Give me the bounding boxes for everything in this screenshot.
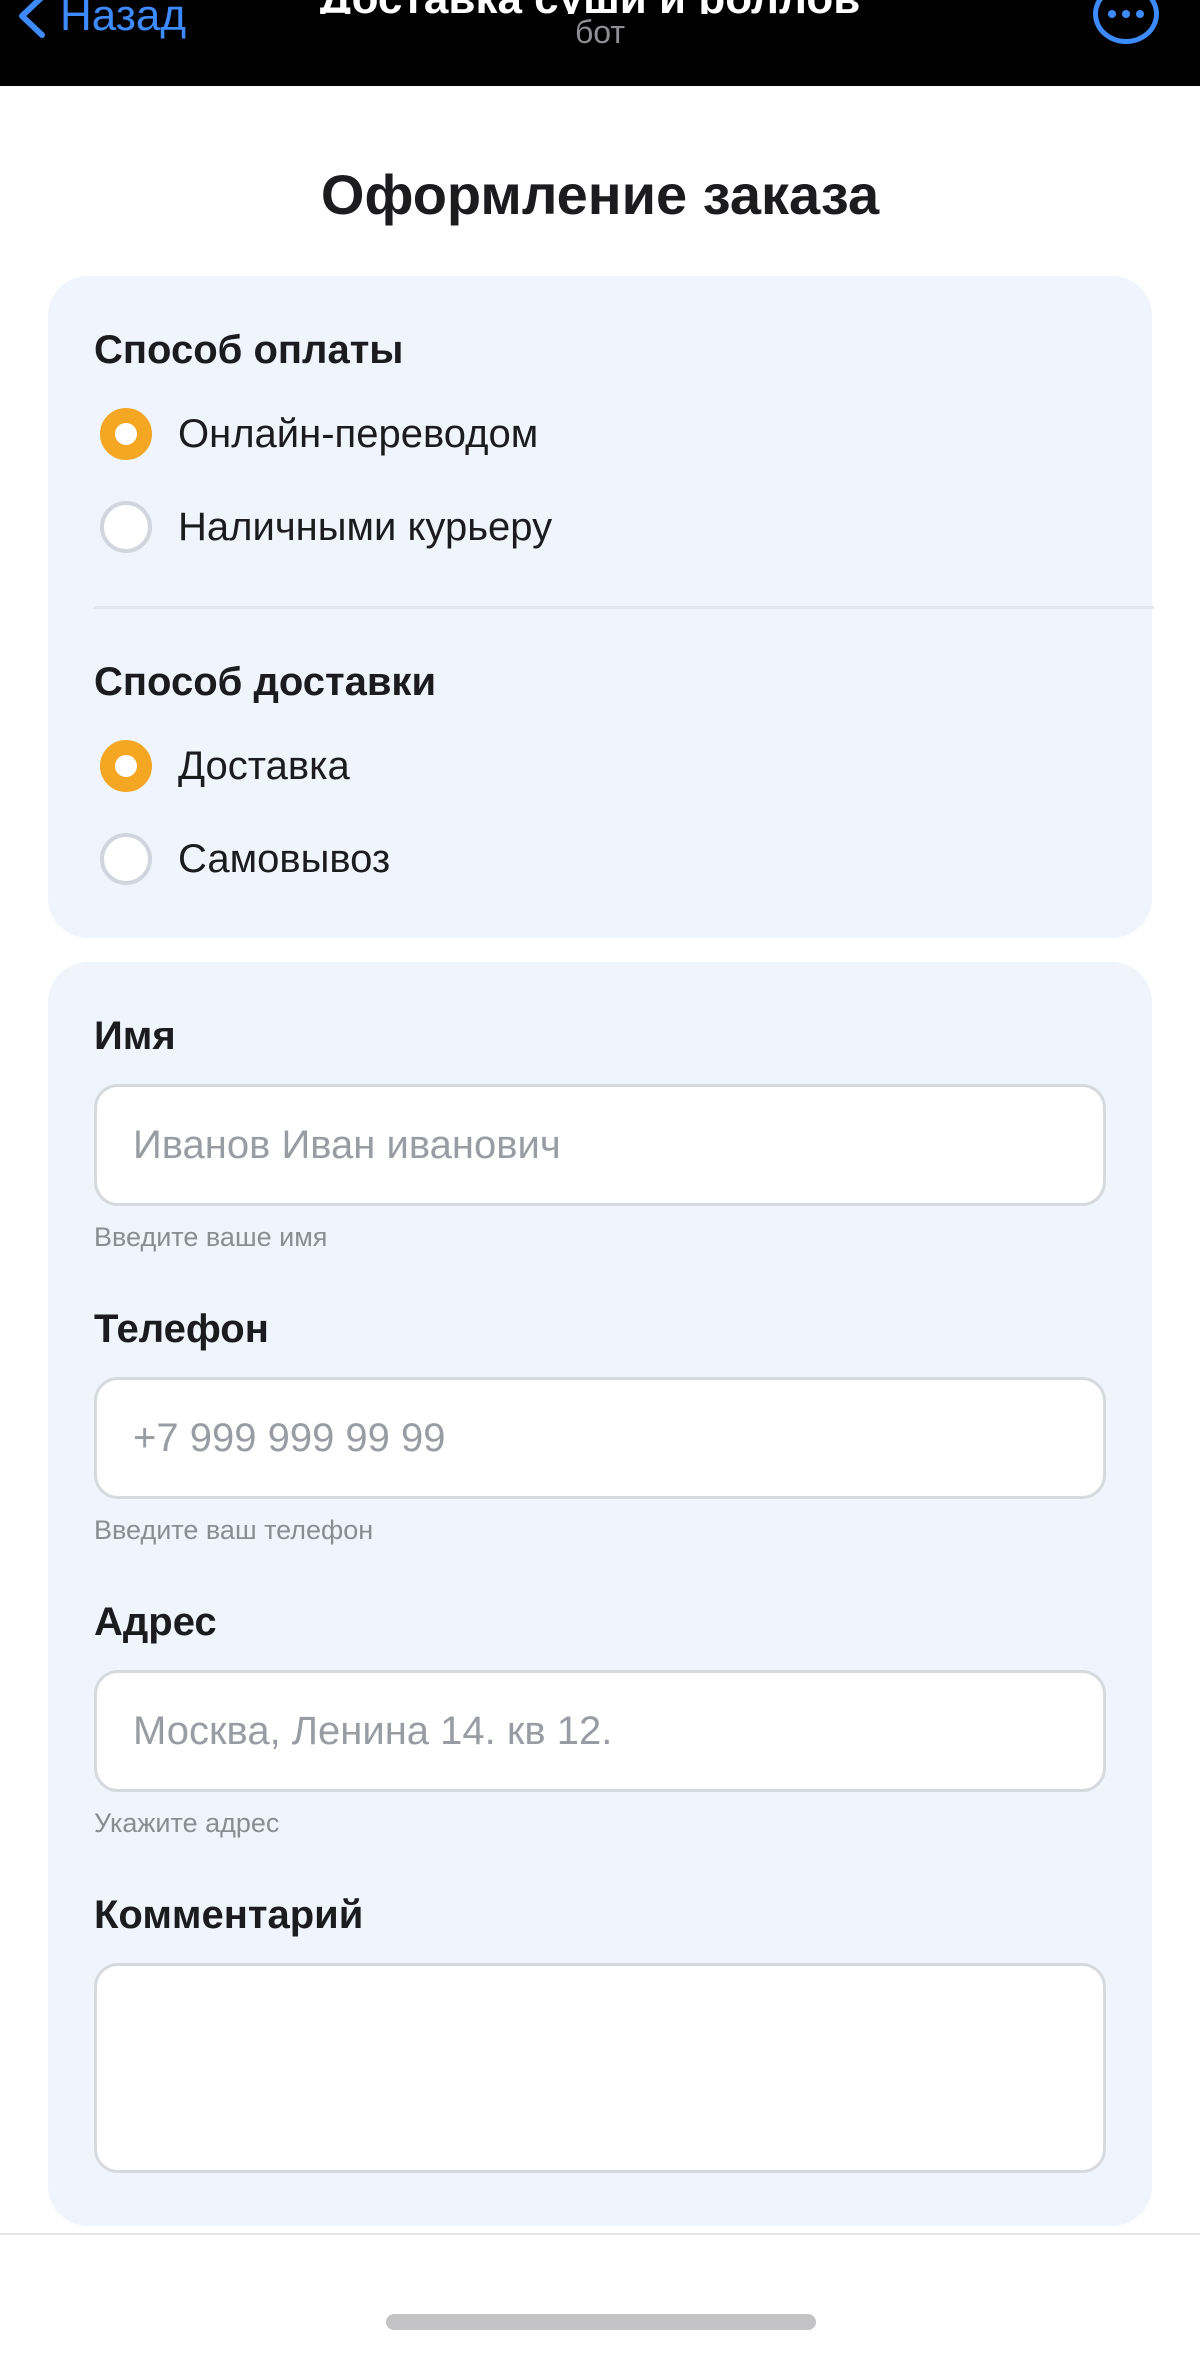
delivery-method-title: Способ доставки: [94, 660, 437, 704]
more-options-button[interactable]: [1093, 0, 1159, 44]
page: Назад Доставка суши и роллов бот Оформле…: [0, 0, 1200, 2355]
back-button[interactable]: Назад: [14, 0, 186, 46]
phone-label: Телефон: [94, 1307, 269, 1351]
delivery-option-courier[interactable]: Доставка: [100, 736, 350, 796]
section-divider: [94, 606, 1154, 609]
name-label: Имя: [94, 1014, 176, 1058]
address-label: Адрес: [94, 1600, 217, 1644]
address-input[interactable]: [94, 1670, 1106, 1792]
address-hint: Укажите адрес: [94, 1808, 280, 1838]
home-indicator[interactable]: [386, 2314, 816, 2330]
name-hint: Введите ваше имя: [94, 1222, 328, 1252]
more-dots-icon: [1108, 10, 1116, 18]
comment-textarea[interactable]: [94, 1963, 1106, 2173]
top-navigation-bar: Назад Доставка суши и роллов бот: [0, 0, 1200, 86]
page-title: Оформление заказа: [320, 163, 880, 226]
bot-title: Доставка суши и роллов: [270, 0, 910, 14]
bottom-separator: [0, 2233, 1200, 2235]
radio-checked-icon: [100, 740, 152, 792]
payment-option-cash[interactable]: Наличными курьеру: [100, 497, 552, 557]
order-options-card: Способ оплаты Онлайн-переводом Наличными…: [48, 276, 1154, 938]
more-dots-icon: [1122, 10, 1130, 18]
radio-unchecked-icon: [100, 501, 152, 553]
radio-unchecked-icon: [100, 833, 152, 885]
name-input[interactable]: [94, 1084, 1106, 1206]
phone-input[interactable]: [94, 1377, 1106, 1499]
phone-hint: Введите ваш телефон: [94, 1515, 374, 1545]
payment-option-online[interactable]: Онлайн-переводом: [100, 404, 538, 464]
payment-method-title: Способ оплаты: [94, 328, 404, 372]
chevron-left-icon: [19, 0, 45, 38]
more-dots-icon: [1136, 10, 1144, 18]
back-button-label: Назад: [60, 0, 187, 40]
radio-label: Наличными курьеру: [178, 504, 553, 549]
comment-label: Комментарий: [94, 1893, 364, 1937]
contact-form-card: Имя Введите ваше имя Телефон Введите ваш…: [48, 962, 1152, 2226]
delivery-option-pickup[interactable]: Самовывоз: [100, 829, 390, 889]
radio-label: Самовывоз: [178, 836, 391, 881]
radio-label: Онлайн-переводом: [178, 411, 539, 456]
radio-label: Доставка: [178, 743, 350, 788]
bot-subtitle: бот: [574, 14, 626, 50]
radio-checked-icon: [100, 408, 152, 460]
